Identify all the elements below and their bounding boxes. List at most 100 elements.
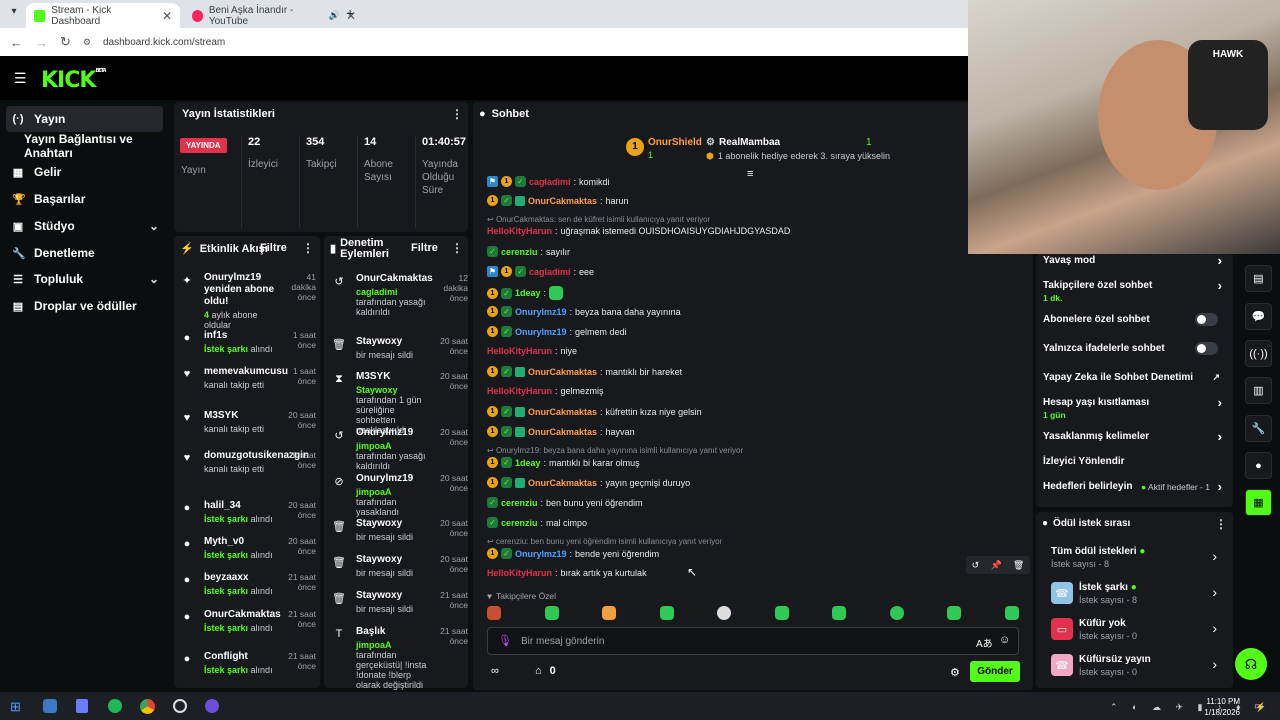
emote-icon[interactable] <box>659 606 674 620</box>
taskbar-app-icon[interactable] <box>43 699 57 713</box>
chat-settings-icon[interactable]: ⚙ <box>950 666 960 679</box>
emote-icon[interactable] <box>487 606 501 620</box>
chat-username[interactable]: cagladimi <box>529 267 571 277</box>
moderation-actor[interactable]: cagladimi <box>356 287 398 297</box>
obs-icon[interactable] <box>173 699 187 713</box>
toggle-switch[interactable] <box>1195 342 1218 355</box>
emote-icon[interactable] <box>544 606 559 620</box>
chat-setting-item[interactable]: Takipçilere özel sohbet 1 dk. › <box>1043 278 1228 303</box>
taskbar-clock[interactable]: 11:10 PM 1/18/2026 <box>1204 696 1240 718</box>
rail-broadcast-icon[interactable]: ((·)) <box>1245 340 1272 367</box>
emoji-icon[interactable]: ☺ <box>999 634 1010 646</box>
chat-username[interactable]: 1deay <box>515 288 541 298</box>
moderation-target[interactable]: Başlık <box>356 626 430 638</box>
moderation-filter-button[interactable]: Filtre <box>411 242 438 254</box>
moderation-actor[interactable]: Staywoxy <box>356 385 398 395</box>
rail-wrench-icon[interactable]: 🔧 <box>1245 415 1272 442</box>
rail-chat-icon[interactable]: 💬 <box>1245 303 1272 330</box>
reward-queue-item[interactable]: ☎ Küfürsüz yayın İstek sayısı - 0 › <box>1051 654 1221 677</box>
audio-playing-icon[interactable]: 🔊 <box>329 10 340 21</box>
back-icon[interactable]: ← <box>10 35 23 50</box>
reload-icon[interactable]: ↻ <box>60 34 71 50</box>
activity-username[interactable]: inf1s <box>204 330 282 342</box>
close-tab-icon[interactable]: ✕ <box>162 9 172 23</box>
tab-list-icon[interactable]: ▾ <box>6 6 22 22</box>
leaderboard-gifter[interactable]: ⚙ RealMambaa <box>706 137 780 148</box>
activity-username[interactable]: Onurylmz19 yeniden abone oldu! <box>204 272 282 308</box>
moderation-target[interactable]: Onurylmz19 <box>356 427 430 439</box>
microphone-icon[interactable]: 🎙 <box>498 634 512 647</box>
emote-icon[interactable] <box>947 606 962 620</box>
chat-setting-item[interactable]: Yapay Zeka ile Sohbet Denetimi ↗ <box>1043 372 1228 383</box>
reward-menu-icon[interactable]: ⋮ <box>1215 517 1227 531</box>
emote-icon[interactable] <box>602 606 617 620</box>
trash-icon[interactable]: 🗑 <box>1013 560 1024 571</box>
chat-username[interactable]: OnurCakmaktas <box>528 367 597 377</box>
spotify-icon[interactable] <box>108 699 122 713</box>
stats-menu-icon[interactable]: ⋮ <box>451 107 463 121</box>
activity-username[interactable]: beyzaaxx <box>204 572 282 584</box>
activity-username[interactable]: OnurCakmaktas <box>204 609 282 621</box>
activity-username[interactable]: domuzgotusikenazgin <box>204 450 309 462</box>
reward-queue-item[interactable]: ▭ Küfür yok İstek sayısı - 0 › <box>1051 618 1221 641</box>
activity-username[interactable]: Myth_v0 <box>204 536 282 548</box>
new-tab-icon[interactable]: + <box>346 5 354 21</box>
menu-icon[interactable]: ☰ <box>14 70 28 87</box>
moderation-menu-icon[interactable]: ⋮ <box>451 241 463 255</box>
emote-icon[interactable] <box>717 606 732 620</box>
rail-clapper-icon[interactable]: ▦ <box>1245 489 1272 516</box>
moderation-actor[interactable]: jimpoaA <box>356 640 392 650</box>
activity-username[interactable]: M3SYK <box>204 410 282 422</box>
windows-start-icon[interactable]: ⊞ <box>10 699 21 715</box>
chat-username[interactable]: 1deay <box>515 458 541 468</box>
notification-icon[interactable]: ▭ <box>1254 701 1263 712</box>
chat-username[interactable]: Onurylmz19 <box>515 327 567 337</box>
moderation-target[interactable]: Onurylmz19 <box>356 473 430 485</box>
sidebar-item-gelir[interactable]: ▦ Gelir <box>6 159 163 185</box>
chat-username[interactable]: cerenziu <box>501 247 538 257</box>
sidebar-item-basarilar[interactable]: 🏆 Başarılar <box>6 186 163 212</box>
sidebar-item-studyo[interactable]: ▣ Stüdyo ⌄ <box>6 213 163 239</box>
activity-filter-button[interactable]: Filtre <box>260 242 287 254</box>
tab-kick-dashboard[interactable]: Stream - Kick Dashboard ✕ <box>26 3 180 28</box>
emote-icon[interactable] <box>774 606 789 620</box>
translate-icon[interactable]: Aあ <box>976 635 993 650</box>
activity-username[interactable]: Conflight <box>204 651 282 663</box>
chat-setting-item[interactable]: Hesap yaşı kısıtlaması 1 gün › <box>1043 395 1228 420</box>
chrome-icon[interactable] <box>140 699 155 714</box>
toggle-switch[interactable] <box>1195 313 1218 326</box>
chat-username[interactable]: Onurylmz19 <box>515 549 567 559</box>
rail-tools-icon[interactable]: ▥ <box>1245 377 1272 404</box>
moderation-target[interactable]: Staywoxy <box>356 554 430 566</box>
sidebar-item-droplar[interactable]: ▤ Droplar ve ödüller <box>6 293 163 319</box>
reply-icon[interactable]: ↺ <box>972 560 980 571</box>
sidebar-item-stream-key[interactable]: Yayın Bağlantısı ve Anahtarı <box>18 132 175 160</box>
moderation-target[interactable]: Staywoxy <box>356 518 430 530</box>
chat-username[interactable]: OnurCakmaktas <box>528 196 597 206</box>
emote-icon[interactable] <box>889 606 904 620</box>
chat-username[interactable]: Onurylmz19 <box>515 307 567 317</box>
sidebar-item-yayin[interactable]: (·) Yayın <box>6 106 163 132</box>
chat-setting-item[interactable]: Yalnızca ifadelerle sohbet <box>1043 342 1228 355</box>
reward-queue-item[interactable]: Tüm ödül istekleri ● İstek sayısı - 8 › <box>1051 546 1221 569</box>
chat-setting-item[interactable]: Abonelere özel sohbet <box>1043 313 1228 326</box>
chat-username[interactable]: OnurCakmaktas <box>528 407 597 417</box>
send-button[interactable]: Gönder <box>970 661 1020 682</box>
collapse-pinned-icon[interactable]: ≡ <box>747 168 753 180</box>
moderation-target[interactable]: M3SYK <box>356 371 430 383</box>
chat-input[interactable]: Bir mesaj gönderin <box>521 636 604 647</box>
chat-username[interactable]: cerenziu <box>501 498 538 508</box>
moderation-target[interactable]: Staywoxy <box>356 590 430 602</box>
activity-username[interactable]: memevakumcusu <box>204 366 288 378</box>
rail-rewards-icon[interactable]: ● <box>1245 452 1272 479</box>
chat-username[interactable]: HelloKityHarun <box>487 386 552 396</box>
sidebar-item-denetleme[interactable]: 🔧 Denetleme <box>6 240 163 266</box>
system-tray-icons[interactable]: ⌃ ◐ ☁ ✈ ▮ ♪ ♦ ⚡ <box>1110 702 1272 713</box>
support-headset-icon[interactable]: ☊ <box>1235 648 1267 680</box>
sidebar-item-topluluk[interactable]: ☰ Topluluk ⌄ <box>6 266 163 292</box>
moderation-target[interactable]: OnurCakmaktas <box>356 273 433 285</box>
chat-username[interactable]: OnurCakmaktas <box>528 427 597 437</box>
chat-setting-item[interactable]: İzleyici Yönlendir <box>1043 456 1228 467</box>
activity-username[interactable]: halil_34 <box>204 500 282 512</box>
tab-youtube[interactable]: Beni Aşka İnandır - YouTube 🔊 ✕ <box>184 3 364 28</box>
